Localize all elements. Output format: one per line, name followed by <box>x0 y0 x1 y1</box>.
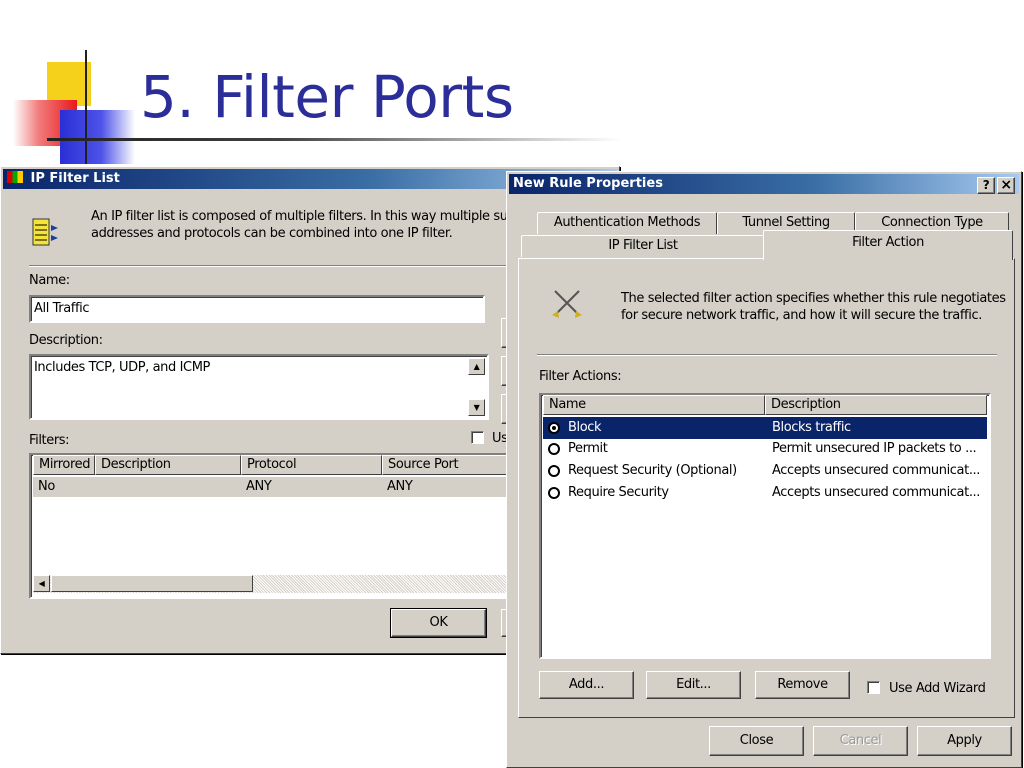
info-text-line2: for secure network traffic, and how it w… <box>621 308 982 323</box>
new-rule-properties-title: New Rule Properties <box>513 176 663 191</box>
row-protocol: ANY <box>246 479 272 494</box>
name-label: Name: <box>29 273 70 288</box>
row-source-port: ANY <box>387 479 413 494</box>
intro-separator <box>29 265 589 267</box>
radio-icon[interactable] <box>548 487 560 499</box>
column-header-mirrored[interactable]: Mirrored <box>33 455 95 475</box>
tab-ip-filter-list[interactable]: IP Filter List <box>521 235 765 257</box>
table-row[interactable]: No ANY ANY <box>33 477 513 497</box>
tab-authentication-methods[interactable]: Authentication Methods <box>537 212 717 234</box>
list-item-block[interactable]: Block Blocks traffic <box>543 417 987 439</box>
info-separator <box>537 354 997 356</box>
ok-button[interactable]: OK <box>390 608 487 638</box>
description-field-value: Includes TCP, UDP, and ICMP <box>34 360 210 375</box>
info-text-line1: The selected filter action specifies whe… <box>621 291 1006 306</box>
intro-text-line2: addresses and protocols can be combined … <box>91 226 453 241</box>
list-item-request-security[interactable]: Request Security (Optional) Accepts unse… <box>543 461 987 483</box>
ip-filter-list-title: IP Filter List <box>30 171 120 186</box>
action-description: Accepts unsecured communicat... <box>772 485 981 500</box>
column-header-protocol[interactable]: Protocol <box>241 455 382 475</box>
filter-actions-list[interactable]: Name Description Block Blocks traffic Pe… <box>539 393 991 659</box>
add-button[interactable]: Add... <box>539 671 634 699</box>
close-window-button[interactable]: × <box>997 177 1015 194</box>
intro-text-line1: An IP filter list is composed of multipl… <box>91 209 531 224</box>
help-button[interactable]: ? <box>977 177 995 194</box>
column-header-description[interactable]: Description <box>765 395 987 415</box>
list-item-permit[interactable]: Permit Permit unsecured IP packets to ..… <box>543 439 987 461</box>
radio-selected-icon[interactable] <box>548 422 560 434</box>
action-description: Blocks traffic <box>772 420 851 435</box>
action-description: Accepts unsecured communicat... <box>772 463 981 478</box>
column-header-description[interactable]: Description <box>95 455 241 475</box>
edit-button[interactable]: Edit... <box>646 671 741 699</box>
list-item-require-security[interactable]: Require Security Accepts unsecured commu… <box>543 483 987 505</box>
action-name: Block <box>568 420 602 435</box>
action-name: Require Security <box>568 485 669 500</box>
name-field-value: All Traffic <box>34 301 90 316</box>
filters-label: Filters: <box>29 433 70 448</box>
new-rule-properties-window: New Rule Properties ? × Authentication M… <box>506 171 1022 768</box>
slide-title: 5. Filter Ports <box>140 63 514 131</box>
use-add-wizard-checkbox[interactable] <box>867 681 880 694</box>
description-label: Description: <box>29 333 103 348</box>
description-field[interactable]: Includes TCP, UDP, and ICMP ▲ ▼ <box>29 354 489 420</box>
filters-table[interactable]: Mirrored Description Protocol Source Por… <box>29 453 519 599</box>
radio-icon[interactable] <box>548 465 560 477</box>
use-add-wizard-label: Use Add Wizard <box>889 681 986 696</box>
decor-horizontal-line <box>47 138 622 141</box>
row-mirrored: No <box>38 479 55 494</box>
remove-button[interactable]: Remove <box>755 671 850 699</box>
filter-actions-label: Filter Actions: <box>539 369 622 384</box>
apply-button[interactable]: Apply <box>917 726 1012 756</box>
close-button[interactable]: Close <box>709 726 804 756</box>
use-wizard-checkbox[interactable] <box>471 431 484 444</box>
filter-list-icon <box>32 218 58 246</box>
column-header-name[interactable]: Name <box>543 395 765 415</box>
action-name: Permit <box>568 441 608 456</box>
decor-vertical-line <box>85 50 87 164</box>
radio-icon[interactable] <box>548 443 560 455</box>
column-header-source-port[interactable]: Source Port <box>382 455 517 475</box>
filter-action-panel: The selected filter action specifies whe… <box>518 258 1015 718</box>
tab-filter-action[interactable]: Filter Action <box>763 230 1013 260</box>
scroll-down-icon[interactable]: ▼ <box>468 399 485 416</box>
cancel-button[interactable]: Cancel <box>813 726 908 756</box>
window-app-icon <box>7 171 23 183</box>
scroll-up-icon[interactable]: ▲ <box>468 358 485 375</box>
new-rule-properties-titlebar[interactable]: New Rule Properties <box>509 174 1019 194</box>
scrollbar-thumb[interactable] <box>51 575 253 592</box>
action-name: Request Security (Optional) <box>568 463 737 478</box>
scroll-left-icon[interactable]: ◀ <box>33 575 50 592</box>
decor-blue-square <box>60 110 135 164</box>
crossed-tools-icon <box>552 290 582 318</box>
action-description: Permit unsecured IP packets to ... <box>772 441 977 456</box>
name-field[interactable]: All Traffic <box>29 295 485 323</box>
horizontal-scrollbar[interactable]: ◀ <box>33 575 517 593</box>
